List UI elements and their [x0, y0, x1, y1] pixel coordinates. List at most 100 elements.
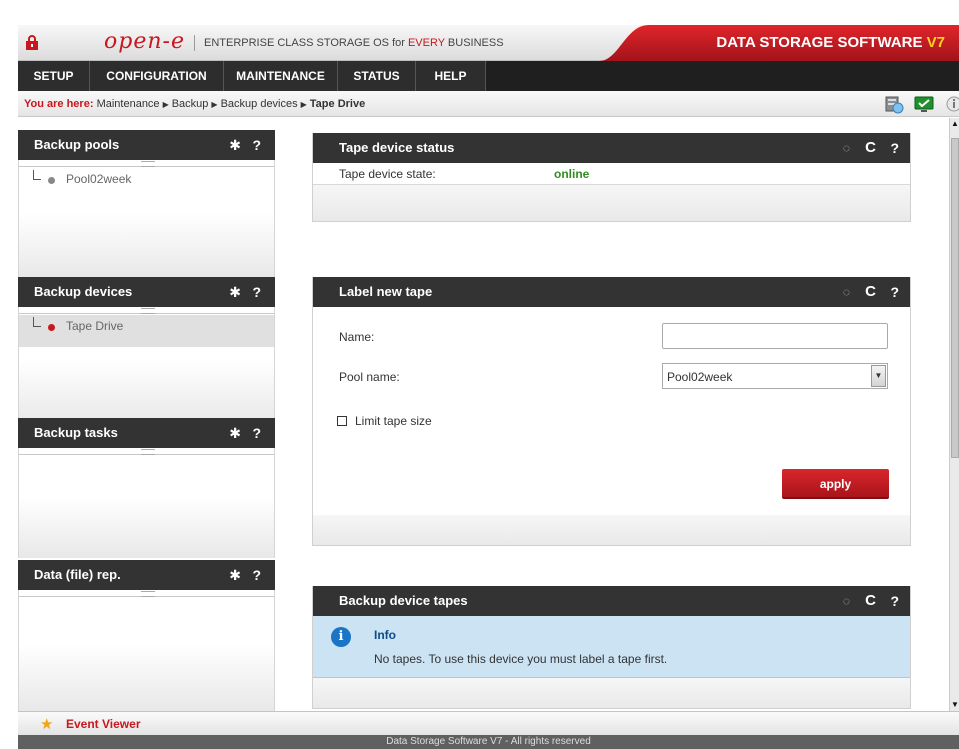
help-icon[interactable]: ?	[252, 277, 261, 307]
gear-icon[interactable]: ✱	[229, 560, 241, 590]
panel-header: Backup devices ✱ ?	[18, 277, 275, 307]
nav-status[interactable]: STATUS	[338, 61, 416, 91]
tape-state-value: online	[554, 167, 590, 181]
breadcrumb-item-maintenance[interactable]: Maintenance	[97, 98, 160, 110]
tree-connector	[33, 170, 41, 180]
panel-footer	[313, 515, 910, 545]
panel-title: Backup tasks	[34, 425, 118, 440]
product-band: DATA STORAGE SOFTWARE V7	[589, 25, 959, 61]
spinner-icon[interactable]: ◌	[843, 133, 850, 163]
monitor-icon[interactable]	[913, 93, 935, 115]
panel-title: Backup device tapes	[339, 593, 468, 608]
product-title: DATA STORAGE SOFTWARE V7	[716, 34, 945, 51]
header-divider	[194, 35, 195, 51]
info-message: No tapes. To use this device you must la…	[374, 652, 668, 666]
help-icon[interactable]: ?	[890, 133, 899, 163]
panel-header: Data (file) rep. ✱ ?	[18, 560, 275, 590]
gear-icon[interactable]: ✱	[229, 130, 241, 160]
chevron-right-icon: ▶	[300, 100, 307, 109]
nav-help[interactable]: HELP	[416, 61, 486, 91]
chevron-right-icon: ▶	[162, 100, 169, 109]
main-nav: SETUP CONFIGURATION MAINTENANCE STATUS H…	[18, 61, 959, 91]
event-viewer-link[interactable]: Event Viewer	[66, 717, 140, 731]
label-new-tape-panel: Label new tape ◌ C ? Name: Pool name: Po…	[312, 277, 911, 546]
vertical-scrollbar[interactable]: ▲ ▼	[949, 118, 959, 711]
scroll-thumb[interactable]	[951, 138, 959, 458]
panel-footer	[313, 678, 910, 708]
limit-tape-size-label: Limit tape size	[355, 414, 432, 428]
refresh-icon[interactable]: C	[865, 586, 876, 616]
name-label: Name:	[339, 330, 375, 344]
scroll-down-icon[interactable]: ▼	[951, 701, 959, 709]
label-tape-form: Name: Pool name: Pool02week ▼ Limit tape…	[313, 307, 910, 545]
tree-item-label: Tape Drive	[66, 319, 124, 333]
info-title: Info	[374, 628, 396, 642]
top-margin	[0, 0, 959, 25]
resize-grip[interactable]	[19, 160, 274, 167]
lock-icon[interactable]	[26, 34, 38, 50]
breadcrumb-item-backup-devices[interactable]: Backup devices	[221, 98, 298, 110]
spinner-icon[interactable]: ◌	[843, 586, 850, 616]
pool-name-value: Pool02week	[667, 370, 733, 384]
breadcrumb-item-backup[interactable]: Backup	[172, 98, 209, 110]
tape-state-label: Tape device state:	[339, 167, 436, 181]
data-rep-panel: Data (file) rep. ✱ ?	[18, 560, 275, 711]
tape-device-status-panel: Tape device status ◌ C ? Tape device sta…	[312, 133, 911, 222]
toolbar-icons	[879, 93, 959, 115]
resize-grip[interactable]	[19, 590, 274, 597]
panel-body	[18, 448, 275, 558]
scroll-up-icon[interactable]: ▲	[951, 120, 959, 128]
gear-icon[interactable]: ✱	[229, 277, 241, 307]
refresh-icon[interactable]: C	[865, 133, 876, 163]
refresh-icon[interactable]: C	[865, 277, 876, 307]
help-icon[interactable]: ?	[890, 586, 899, 616]
help-icon[interactable]: ?	[252, 560, 261, 590]
panel-title: Backup pools	[34, 137, 120, 152]
tagline: ENTERPRISE CLASS STORAGE OS for EVERY BU…	[204, 37, 504, 49]
panel-footer	[313, 185, 910, 221]
gear-icon[interactable]: ✱	[229, 418, 241, 448]
app-header: open-e ENTERPRISE CLASS STORAGE OS for E…	[18, 25, 959, 61]
breadcrumb-label: You are here:	[24, 98, 94, 110]
pool-name-label: Pool name:	[339, 370, 400, 384]
limit-tape-size-checkbox[interactable]	[337, 416, 347, 426]
help-icon[interactable]: ?	[890, 277, 899, 307]
help-icon[interactable]: ?	[252, 130, 261, 160]
resize-grip[interactable]	[19, 448, 274, 455]
resize-grip[interactable]	[19, 307, 274, 314]
tree-connector	[33, 317, 41, 327]
breadcrumb: You are here: Maintenance ▶ Backup ▶ Backup …	[24, 98, 365, 110]
panel-body: Pool02week	[18, 160, 275, 278]
info-icon[interactable]	[943, 93, 959, 115]
panel-title: Label new tape	[339, 284, 433, 299]
nav-configuration[interactable]: CONFIGURATION	[90, 61, 224, 91]
apply-button[interactable]: apply	[782, 469, 889, 499]
spinner-icon[interactable]: ◌	[843, 277, 850, 307]
breadcrumb-current: Tape Drive	[309, 98, 366, 110]
tape-name-input[interactable]	[662, 323, 888, 349]
panel-header: Label new tape ◌ C ?	[313, 277, 910, 307]
pool-name-select[interactable]: Pool02week ▼	[662, 363, 888, 389]
panel-title: Tape device status	[339, 140, 455, 155]
backup-devices-panel: Backup devices ✱ ? Tape Drive	[18, 277, 275, 425]
chevron-right-icon: ▶	[211, 100, 218, 109]
tree-item-tape-drive[interactable]: Tape Drive	[19, 315, 274, 347]
logo: open-e	[104, 29, 185, 54]
panel-header: Backup tasks ✱ ?	[18, 418, 275, 448]
help-icon[interactable]: ?	[252, 418, 261, 448]
panel-header: Backup device tapes ◌ C ?	[313, 586, 910, 616]
tree-item-label: Pool02week	[66, 172, 132, 186]
status-dot	[48, 324, 55, 331]
breadcrumb-bar: You are here: Maintenance ▶ Backup ▶ Backup …	[18, 91, 959, 117]
status-row: Tape device state: online	[313, 163, 910, 185]
star-icon: ★	[40, 716, 54, 733]
panel-title: Data (file) rep.	[34, 567, 121, 582]
panel-body	[18, 590, 275, 711]
nav-setup[interactable]: SETUP	[18, 61, 90, 91]
panel-title: Backup devices	[34, 284, 133, 299]
nav-maintenance[interactable]: MAINTENANCE	[224, 61, 338, 91]
chevron-down-icon[interactable]: ▼	[871, 365, 886, 387]
settings-icon[interactable]	[883, 93, 905, 115]
event-viewer-bar[interactable]: ★ Event Viewer	[18, 711, 959, 735]
tree-item-pool02week[interactable]: Pool02week	[19, 168, 274, 200]
